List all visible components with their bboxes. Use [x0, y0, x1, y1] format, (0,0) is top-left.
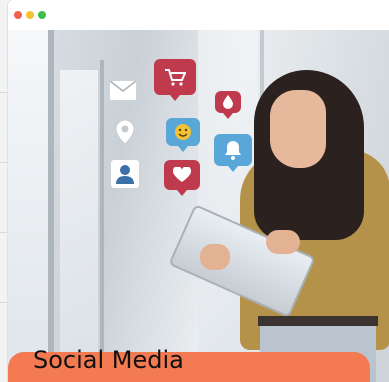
caption-banner: Social Media [8, 346, 370, 382]
person-face [270, 90, 326, 168]
heart-icon [164, 160, 200, 196]
grid-line [0, 302, 8, 303]
right-hand [266, 230, 300, 254]
bell-icon [214, 134, 252, 172]
caption-title: Social Media [33, 346, 184, 374]
window-mullion [100, 60, 104, 382]
minimize-window-button[interactable] [26, 11, 34, 19]
grid-line [0, 92, 8, 93]
left-hand [200, 244, 230, 270]
window-mullion [48, 30, 54, 382]
emoji-icon [166, 118, 200, 152]
grid-line [0, 162, 8, 163]
user-icon [111, 160, 139, 188]
grid-line [0, 232, 8, 233]
person-belt [258, 316, 378, 326]
cart-icon [154, 59, 196, 101]
hero-photo [8, 30, 389, 382]
location-pin-icon [115, 119, 135, 149]
window-pane [60, 70, 98, 382]
close-window-button[interactable] [14, 11, 22, 19]
mail-icon [109, 80, 137, 101]
water-drop-icon [215, 91, 241, 119]
browser-window: Social Media [8, 0, 389, 382]
window-titlebar [8, 0, 389, 31]
window-pane [8, 30, 48, 382]
maximize-window-button[interactable] [38, 11, 46, 19]
